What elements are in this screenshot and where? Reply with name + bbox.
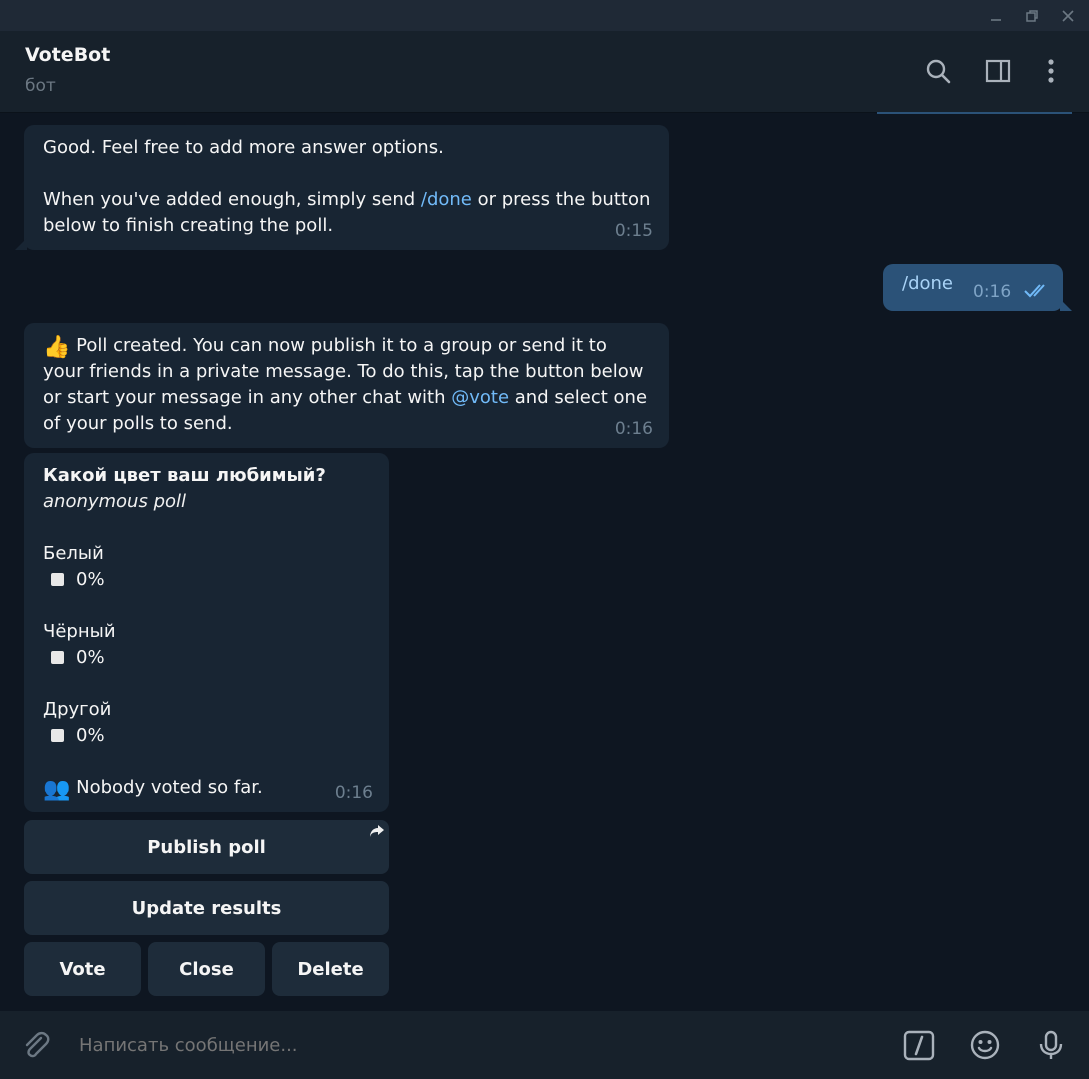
- update-results-button[interactable]: Update results: [24, 881, 389, 935]
- outgoing-message[interactable]: /done 0:16: [883, 264, 1072, 311]
- message-line: 👍 Poll created. You can now publish it t…: [43, 333, 607, 361]
- search-button[interactable]: [920, 53, 956, 89]
- share-arrow-icon: [370, 825, 384, 837]
- header-accent-line: [877, 112, 1072, 114]
- message-line: or start your message in any other chat …: [43, 385, 647, 411]
- poll-option-percent: 0%: [76, 725, 105, 746]
- chat-title[interactable]: VoteBot: [25, 44, 110, 66]
- poll-option-result: 0%: [43, 645, 105, 671]
- sidebar-toggle-icon: [985, 59, 1011, 83]
- message-line: of your polls to send.: [43, 413, 233, 434]
- minimize-button[interactable]: [982, 4, 1010, 28]
- button-label: Update results: [131, 897, 282, 919]
- button-label: Publish poll: [147, 836, 266, 858]
- poll-option-result: 0%: [43, 723, 105, 749]
- bot-command-button[interactable]: [901, 1027, 937, 1063]
- restore-icon: [1026, 10, 1038, 22]
- close-window-button[interactable]: [1054, 4, 1082, 28]
- poll-type: anonymous poll: [43, 491, 187, 512]
- checkbox-icon: [51, 729, 64, 742]
- vote-button[interactable]: Vote: [24, 942, 141, 996]
- message-time: 0:16: [973, 282, 1012, 302]
- message-text: or start your message in any other chat …: [43, 387, 452, 408]
- bubble-tail: [15, 238, 27, 250]
- microphone-icon: [1039, 1030, 1063, 1059]
- minimize-icon: [991, 19, 1001, 21]
- message-input[interactable]: [79, 1032, 839, 1058]
- telegram-window: VoteBot бот Good. Feel free to add more …: [0, 0, 1089, 1079]
- close-icon: [1062, 10, 1074, 22]
- message-line: Good. Feel free to add more answer optio…: [43, 137, 444, 158]
- thumbs-up-icon: 👍: [43, 335, 71, 360]
- window-titlebar: [0, 0, 1089, 31]
- message-text: or press the button: [471, 189, 651, 210]
- delete-poll-button[interactable]: Delete: [272, 942, 389, 996]
- message-text: Poll created. You can now publish it to …: [70, 335, 607, 356]
- message-text: and select one: [509, 387, 648, 408]
- message-time: 0:16: [614, 419, 653, 439]
- attach-icon: [25, 1031, 50, 1058]
- voice-record-button[interactable]: [1033, 1027, 1069, 1063]
- publish-poll-button[interactable]: Publish poll: [24, 820, 389, 874]
- sidebar-toggle-button[interactable]: [980, 53, 1016, 89]
- poll-message[interactable]: Какой цвет ваш любимый? anonymous poll Б…: [24, 453, 389, 812]
- chat-subtitle: бот: [25, 76, 56, 96]
- poll-option-percent: 0%: [76, 647, 105, 668]
- message-line: When you've added enough, simply send /d…: [43, 187, 650, 213]
- poll-option-label: Белый: [43, 543, 104, 564]
- double-check-icon: [1024, 284, 1045, 298]
- message-line: your friends in a private message. To do…: [43, 361, 644, 382]
- message-composer: [0, 1011, 1089, 1079]
- poll-option-percent: 0%: [76, 569, 105, 590]
- more-button[interactable]: [1033, 53, 1069, 89]
- message-time: 0:16: [334, 783, 373, 803]
- people-icon: 👥: [43, 777, 71, 802]
- poll-option-result: 0%: [43, 567, 105, 593]
- poll-footer: 👥 Nobody voted so far.: [43, 775, 263, 803]
- restore-button[interactable]: [1018, 4, 1046, 28]
- poll-question: Какой цвет ваш любимый?: [43, 465, 326, 486]
- message-line: below to finish creating the poll.: [43, 215, 334, 236]
- incoming-message[interactable]: 👍 Poll created. You can now publish it t…: [24, 323, 669, 448]
- button-label: Delete: [297, 958, 364, 980]
- poll-option-label: Другой: [43, 699, 112, 720]
- chat-header: VoteBot бот: [0, 31, 1089, 113]
- done-command-link[interactable]: /done: [421, 189, 472, 210]
- incoming-message[interactable]: Good. Feel free to add more answer optio…: [15, 125, 669, 250]
- button-label: Close: [179, 958, 234, 980]
- bot-command-icon: [903, 1030, 935, 1061]
- search-icon: [926, 59, 951, 84]
- close-poll-button[interactable]: Close: [148, 942, 265, 996]
- poll-footer-text: Nobody voted so far.: [70, 777, 263, 798]
- bubble-tail: [1060, 299, 1072, 311]
- emoji-button[interactable]: [967, 1027, 1003, 1063]
- poll-option-label: Чёрный: [43, 621, 116, 642]
- message-time: 0:15: [614, 221, 653, 241]
- emoji-icon: [970, 1030, 1000, 1060]
- button-label: Vote: [59, 958, 106, 980]
- vote-mention-link[interactable]: @vote: [451, 387, 509, 408]
- attach-button[interactable]: [18, 1027, 54, 1063]
- message-text: When you've added enough, simply send: [43, 189, 421, 210]
- checkbox-icon: [51, 573, 64, 586]
- more-vert-icon: [1048, 59, 1054, 83]
- checkbox-icon: [51, 651, 64, 664]
- message-text: /done: [902, 273, 953, 294]
